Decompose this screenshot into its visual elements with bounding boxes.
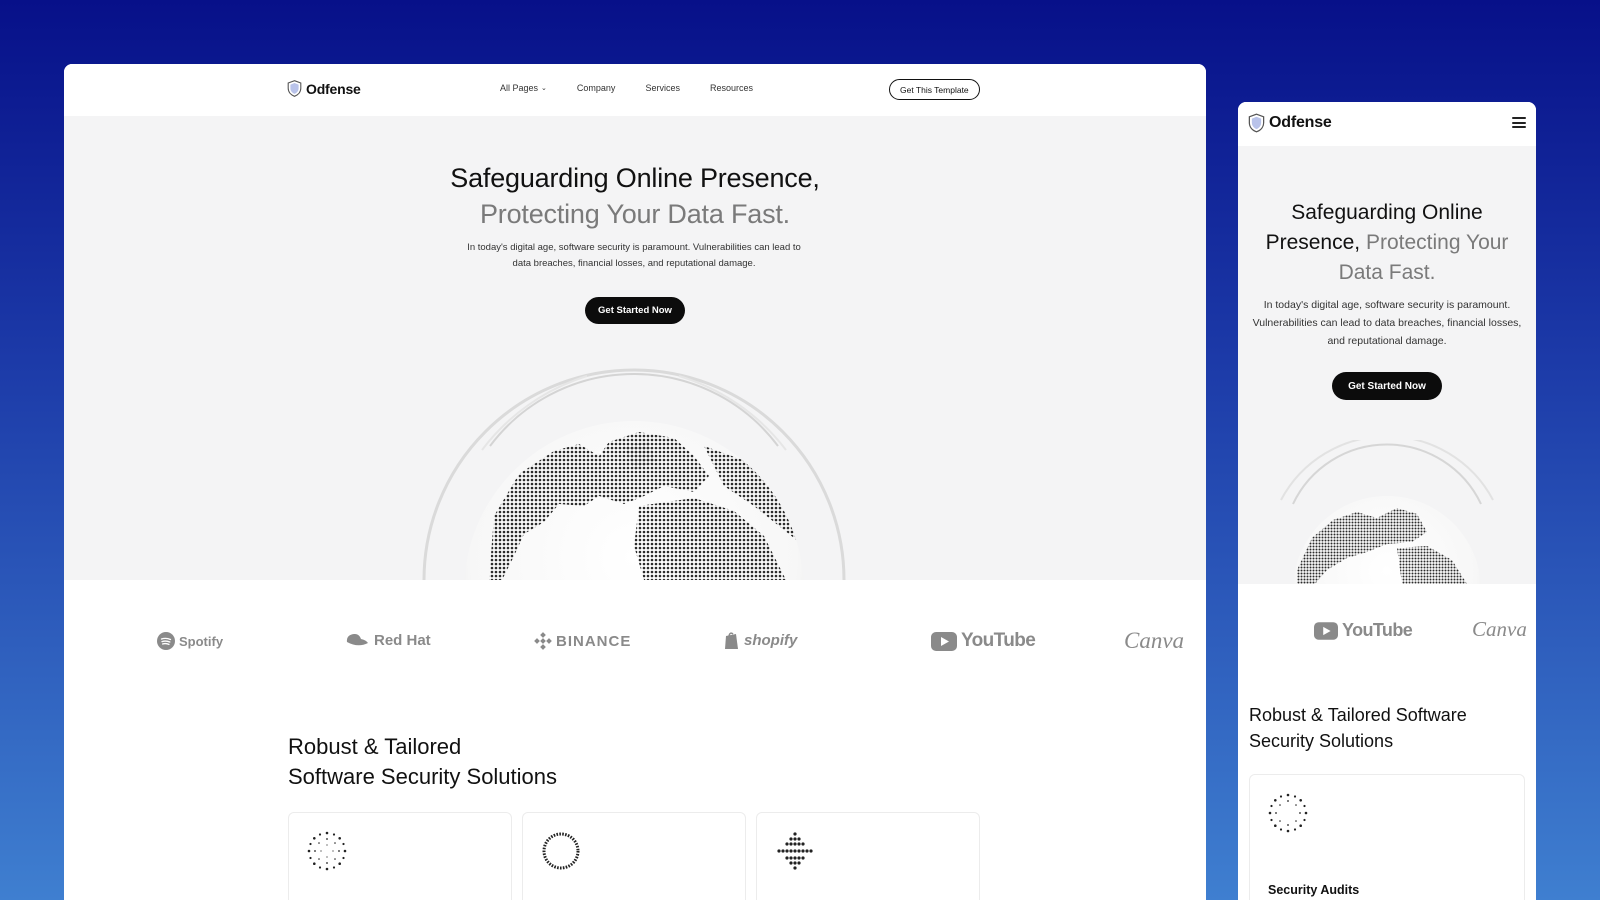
solution-card-3[interactable] (756, 812, 980, 900)
mobile-canva-logo: Canva (1472, 617, 1527, 642)
dotted-burst-icon (307, 831, 347, 871)
nav-all-pages-label: All Pages (500, 83, 539, 93)
dotted-diamond-icon (777, 832, 813, 870)
mobile-preview: Odfense Safeguarding Online Presence, Pr… (1238, 102, 1536, 900)
solutions-title-line2: Software Security Solutions (288, 764, 558, 789)
shopify-icon (725, 632, 738, 649)
shopify-logo: shopify (724, 631, 797, 650)
mobile-navbar: Odfense (1238, 102, 1536, 146)
globe-illustration (422, 368, 846, 580)
security-audits-title: Security Audits (1268, 883, 1360, 897)
dotted-burst-icon (1268, 793, 1308, 833)
mobile-partner-logos: YouTube Canva (1238, 604, 1536, 664)
mobile-hero-title: Safeguarding Online Presence, Protecting… (1246, 198, 1528, 288)
spotify-icon (157, 632, 175, 650)
spotify-logo: Spotify (157, 632, 223, 650)
dotted-ring-icon (542, 832, 580, 870)
mobile-solution-card[interactable]: Security Audits (1249, 774, 1525, 900)
get-template-button[interactable]: Get This Template (889, 79, 980, 100)
mobile-globe-illustration (1280, 440, 1494, 584)
shield-icon (287, 80, 302, 97)
binance-logo: BINANCE (534, 632, 631, 650)
hero-title-line2: Protecting Your Data Fast. (480, 199, 790, 229)
hero-title-line1: Safeguarding Online Presence, (450, 163, 820, 193)
youtube-icon (931, 631, 957, 651)
solutions-title: Robust & Tailored Software Security Solu… (288, 732, 557, 792)
redhat-icon (346, 633, 368, 646)
desktop-preview: Odfense All Pages ⌄ Company Services Reso… (64, 64, 1206, 900)
redhat-label: Red Hat (374, 631, 431, 649)
mobile-get-started-button[interactable]: Get Started Now (1332, 372, 1442, 400)
mobile-youtube-label: YouTube (1342, 620, 1413, 640)
youtube-logo: YouTube (931, 630, 1036, 652)
redhat-logo: Red Hat (344, 631, 431, 649)
mobile-solutions-title: Robust & Tailored Software Security Solu… (1249, 705, 1467, 751)
binance-icon (534, 632, 552, 650)
binance-label: BINANCE (556, 632, 632, 650)
mobile-brand-logo[interactable]: Odfense (1248, 113, 1332, 133)
nav-all-pages[interactable]: All Pages ⌄ (500, 83, 547, 93)
youtube-icon (1314, 621, 1338, 640)
get-started-button[interactable]: Get Started Now (585, 297, 685, 324)
canva-logo: Canva (1124, 628, 1184, 654)
nav-company[interactable]: Company (577, 83, 616, 93)
nav-services[interactable]: Services (645, 83, 680, 93)
brand-name: Odfense (306, 80, 361, 97)
mobile-canva-label: Canva (1472, 617, 1527, 641)
nav-links: All Pages ⌄ Company Services Resources (500, 83, 753, 93)
hero-description: In today's digital age, software securit… (467, 242, 801, 269)
shopify-label: shopify (744, 632, 798, 649)
chevron-down-icon: ⌄ (541, 85, 547, 92)
shield-icon (1248, 113, 1265, 133)
partner-logos: Spotify Red Hat BINANCE shopify YouTube … (64, 624, 1206, 684)
hero-section: Safeguarding Online Presence, Protecting… (64, 116, 1206, 580)
mobile-hero-description: In today's digital age, software securit… (1252, 299, 1522, 347)
mobile-youtube-logo: YouTube (1314, 620, 1413, 641)
spotify-label: Spotify (179, 633, 224, 649)
solution-card-1[interactable] (288, 812, 512, 900)
mobile-brand-name: Odfense (1269, 114, 1332, 131)
top-navbar: Odfense All Pages ⌄ Company Services Reso… (64, 64, 1206, 116)
nav-resources[interactable]: Resources (710, 83, 753, 93)
mobile-hero-title-part2: Protecting Your Data Fast. (1338, 231, 1509, 284)
hero-title: Safeguarding Online Presence, Protecting… (64, 160, 1206, 232)
mobile-hero-section: Safeguarding Online Presence, Protecting… (1238, 146, 1536, 584)
solutions-title-line1: Robust & Tailored (288, 734, 462, 759)
brand-logo[interactable]: Odfense (287, 80, 361, 97)
canva-label: Canva (1124, 628, 1185, 653)
youtube-label: YouTube (961, 630, 1036, 651)
hamburger-menu-icon[interactable] (1512, 117, 1526, 128)
solution-card-2[interactable] (522, 812, 746, 900)
